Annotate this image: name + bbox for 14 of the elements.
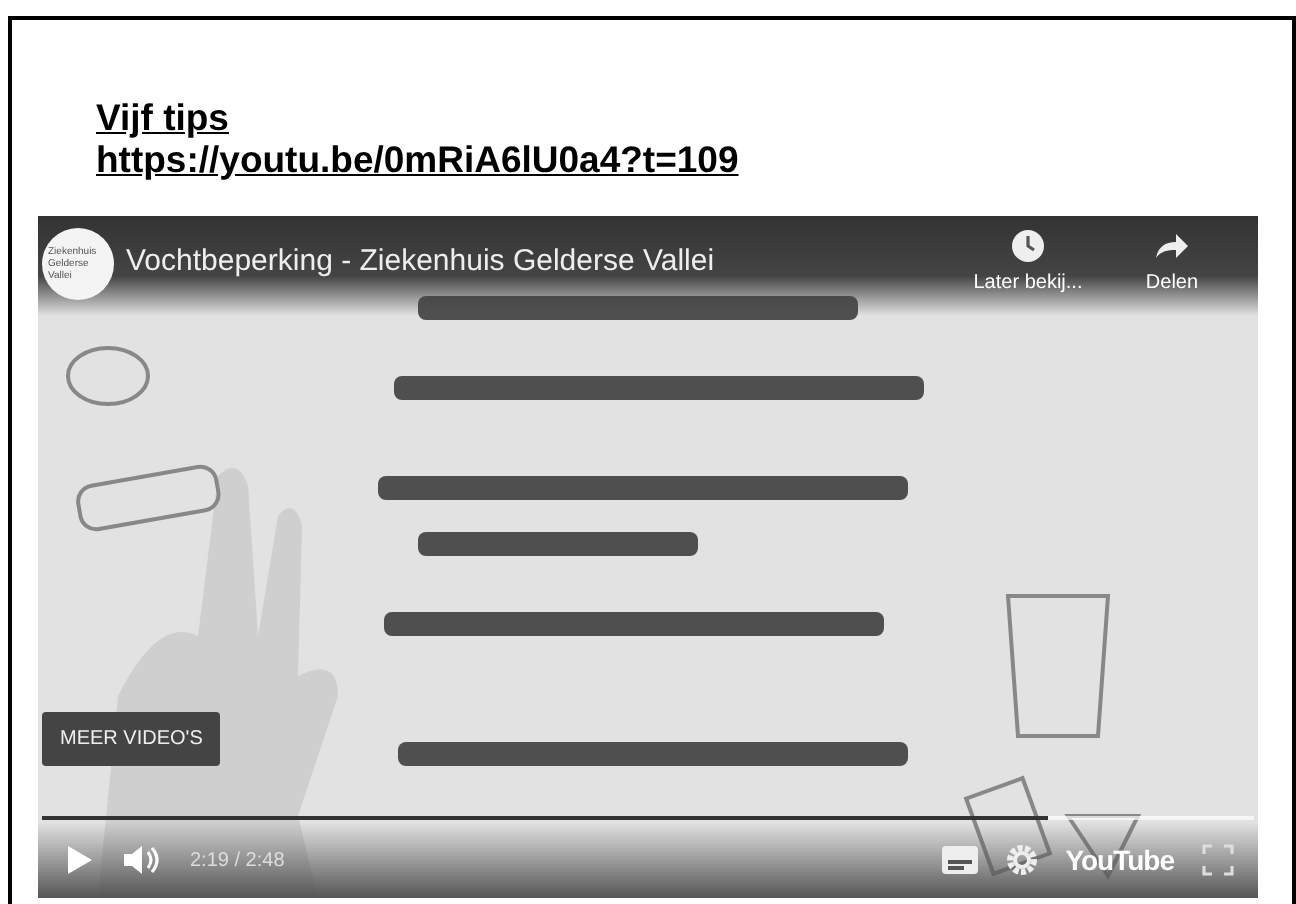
video-link[interactable]: https://youtu.be/0mRiA6lU0a4?t=109 xyxy=(96,138,739,180)
slide-title: Vijf tips xyxy=(96,96,229,138)
share-button[interactable]: Delen xyxy=(1106,228,1238,294)
subtitles-icon[interactable] xyxy=(941,846,978,874)
fullscreen-icon[interactable] xyxy=(1202,844,1234,876)
play-icon[interactable] xyxy=(66,844,94,876)
clock-icon xyxy=(1010,228,1046,264)
share-icon xyxy=(1154,228,1190,264)
video-title[interactable]: Vochtbeperking - Ziekenhuis Gelderse Vallei xyxy=(126,244,950,278)
time-display: 2:19 / 2:48 xyxy=(190,849,287,871)
settings-icon[interactable] xyxy=(1005,844,1038,876)
more-videos-button[interactable]: MEER VIDEO'S xyxy=(42,712,221,766)
volume-icon[interactable] xyxy=(122,844,162,876)
watch-later-button[interactable]: Later bekij... xyxy=(962,228,1094,294)
